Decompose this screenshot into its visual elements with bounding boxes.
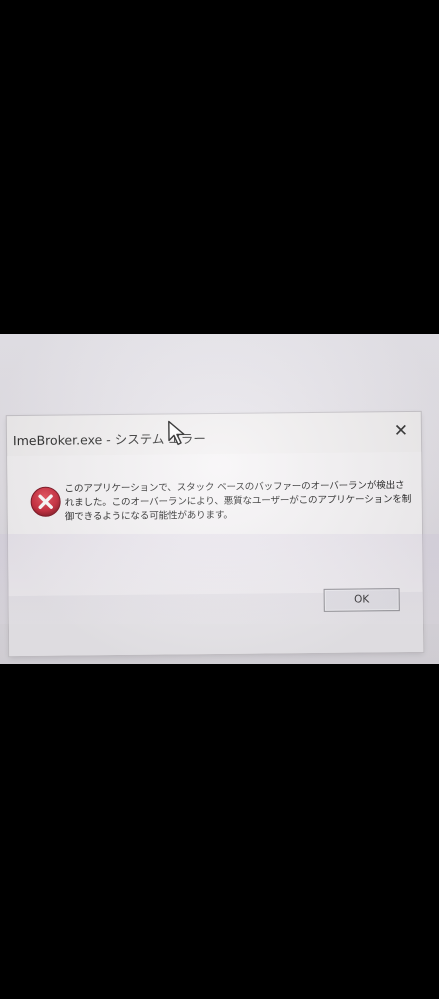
dialog-footer: OK [8,588,424,657]
system-error-dialog: ImeBroker.exe - システム エラー ✕ このアプリケーションで、ス [6,411,424,657]
dialog-body: このアプリケーションで、スタック ベースのバッファーのオーバーランが検出されまし… [7,451,423,597]
ok-button[interactable]: OK [323,588,400,612]
mouse-pointer-icon [168,420,185,446]
title-bar[interactable]: ImeBroker.exe - システム エラー ✕ [7,412,421,456]
error-message: このアプリケーションで、スタック ベースのバッファーのオーバーランが検出されまし… [64,480,412,523]
photo-area: ImeBroker.exe - システム エラー ✕ このアプリケーションで、ス [0,334,439,664]
error-icon [30,486,61,517]
close-button[interactable]: ✕ [393,421,409,441]
